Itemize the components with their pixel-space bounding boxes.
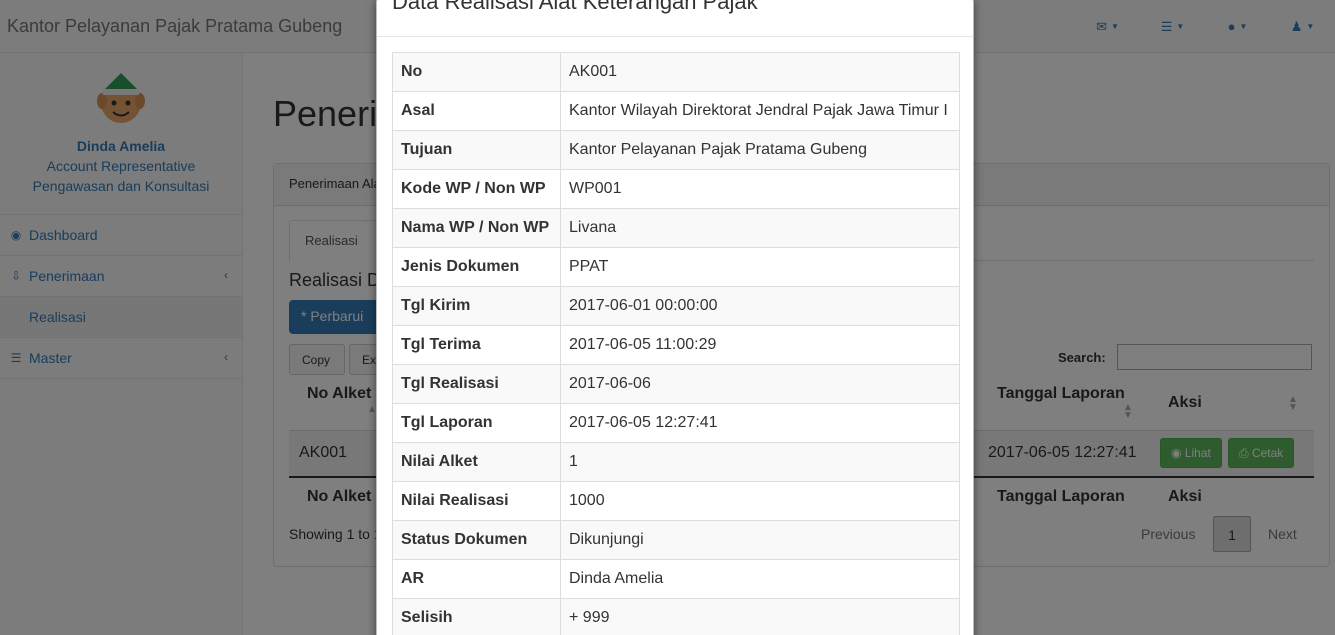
detail-row-ar: AR Dinda Amelia (392, 559, 960, 599)
detail-row-asal: Asal Kantor Wilayah Direktorat Jendral Pa… (392, 91, 960, 131)
modal-header: Data Realisasi Alat Keterangan Pajak (377, 0, 973, 37)
detail-label: Kode WP / Non WP (392, 169, 561, 209)
detail-label: AR (392, 559, 561, 599)
detail-label: Tgl Kirim (392, 286, 561, 326)
detail-value: WP001 (560, 169, 960, 209)
detail-value: 2017-06-01 00:00:00 (560, 286, 960, 326)
detail-value: Livana (560, 208, 960, 248)
detail-label: Tgl Realisasi (392, 364, 561, 404)
detail-row-tgl-kirim: Tgl Kirim 2017-06-01 00:00:00 (392, 286, 960, 326)
detail-row-nilai-realisasi: Nilai Realisasi 1000 (392, 481, 960, 521)
detail-row-no: No AK001 (392, 52, 960, 92)
detail-row-selisih: Selisih + 999 (392, 598, 960, 635)
detail-row-nama-wp: Nama WP / Non WP Livana (392, 208, 960, 248)
detail-value: 1 (560, 442, 960, 482)
detail-row-tgl-laporan: Tgl Laporan 2017-06-05 12:27:41 (392, 403, 960, 443)
detail-value: 2017-06-06 (560, 364, 960, 404)
detail-label: Selisih (392, 598, 561, 635)
detail-value: 2017-06-05 12:27:41 (560, 403, 960, 443)
detail-value: + 999 (560, 598, 960, 635)
detail-value: Dikunjungi (560, 520, 960, 560)
modal-title: Data Realisasi Alat Keterangan Pajak (392, 0, 758, 14)
detail-row-tgl-terima: Tgl Terima 2017-06-05 11:00:29 (392, 325, 960, 365)
detail-label: Nama WP / Non WP (392, 208, 561, 248)
detail-label: Jenis Dokumen (392, 247, 561, 287)
detail-value: PPAT (560, 247, 960, 287)
detail-value: 1000 (560, 481, 960, 521)
detail-value: Dinda Amelia (560, 559, 960, 599)
detail-row-jenis-dokumen: Jenis Dokumen PPAT (392, 247, 960, 287)
detail-value: Kantor Wilayah Direktorat Jendral Pajak … (560, 91, 960, 131)
detail-row-nilai-alket: Nilai Alket 1 (392, 442, 960, 482)
detail-row-tujuan: Tujuan Kantor Pelayanan Pajak Pratama Gub… (392, 130, 960, 170)
detail-value: 2017-06-05 11:00:29 (560, 325, 960, 365)
detail-label: Tujuan (392, 130, 561, 170)
detail-row-kode-wp: Kode WP / Non WP WP001 (392, 169, 960, 209)
detail-label: Nilai Realisasi (392, 481, 561, 521)
detail-label: Asal (392, 91, 561, 131)
detail-label: Status Dokumen (392, 520, 561, 560)
detail-label: Tgl Terima (392, 325, 561, 365)
detail-value: Kantor Pelayanan Pajak Pratama Gubeng (560, 130, 960, 170)
detail-label: Tgl Laporan (392, 403, 561, 443)
detail-value: AK001 (560, 52, 960, 92)
detail-label: Nilai Alket (392, 442, 561, 482)
detail-table: No AK001 Asal Kantor Wilayah Direktorat Je… (392, 52, 960, 635)
detail-row-status-dokumen: Status Dokumen Dikunjungi (392, 520, 960, 560)
detail-row-tgl-realisasi: Tgl Realisasi 2017-06-06 (392, 364, 960, 404)
detail-modal: Data Realisasi Alat Keterangan Pajak No A… (376, 0, 974, 635)
detail-label: No (392, 52, 561, 92)
